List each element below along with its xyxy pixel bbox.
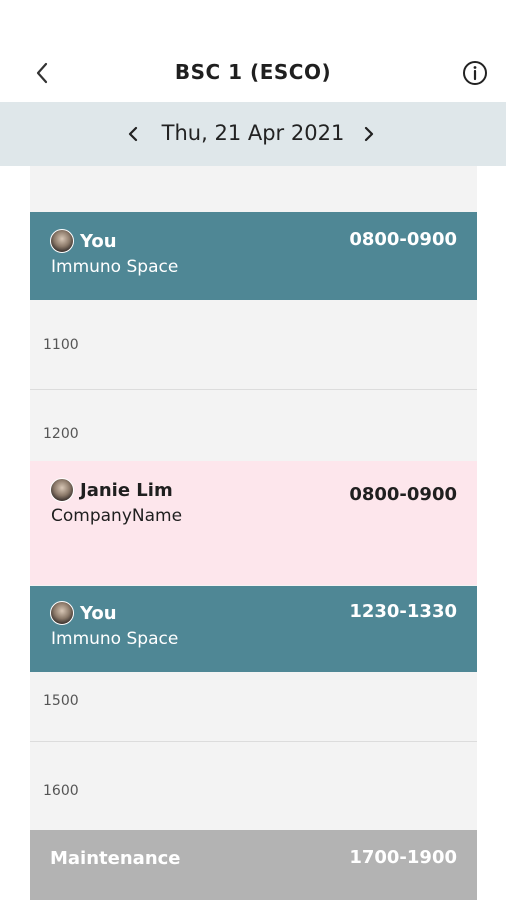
booking-time: 0800-0900 bbox=[349, 229, 457, 250]
booking-time: 1230-1330 bbox=[349, 601, 457, 622]
page-title: BSC 1 (ESCO) bbox=[174, 60, 332, 84]
booking-time: 1700-1900 bbox=[349, 847, 457, 868]
hour-divider bbox=[30, 741, 477, 742]
hour-divider bbox=[30, 389, 477, 390]
booking-owner: Maintenance bbox=[50, 848, 181, 869]
booking-organization: CompanyName bbox=[51, 506, 183, 526]
booking-organization: Immuno Space bbox=[51, 257, 179, 277]
avatar bbox=[50, 601, 74, 625]
selected-date: Thu, 21 Apr 2021 bbox=[161, 121, 345, 145]
booking-card[interactable]: Janie Lim CompanyName 0800-0900 bbox=[30, 461, 477, 585]
avatar bbox=[50, 478, 74, 502]
app-header bbox=[0, 0, 506, 102]
next-date-button[interactable] bbox=[362, 118, 382, 150]
booking-card[interactable]: You Immuno Space 0800-0900 bbox=[30, 212, 477, 300]
booking-time: 0800-0900 bbox=[349, 484, 457, 505]
info-button[interactable] bbox=[461, 59, 489, 87]
hour-label: 1500 bbox=[43, 693, 79, 709]
avatar bbox=[50, 229, 74, 253]
booking-owner: You bbox=[80, 602, 117, 624]
booking-owner: You bbox=[80, 230, 117, 252]
booking-organization: Immuno Space bbox=[51, 629, 179, 649]
booking-owner: Janie Lim bbox=[80, 479, 173, 501]
hour-label: 1100 bbox=[43, 337, 79, 353]
hour-label: 1200 bbox=[43, 426, 79, 442]
booking-card[interactable]: You Immuno Space 1230-1330 bbox=[30, 586, 477, 672]
info-circle-icon bbox=[463, 61, 487, 85]
chevron-right-icon bbox=[364, 126, 374, 142]
maintenance-block[interactable]: Maintenance 1700-1900 bbox=[30, 830, 477, 900]
hour-label: 1600 bbox=[43, 783, 79, 799]
